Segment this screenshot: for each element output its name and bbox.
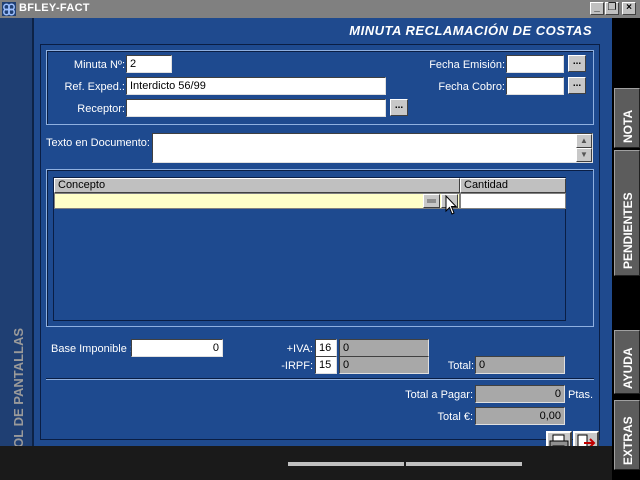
grid-header-cantidad[interactable]: Cantidad — [460, 178, 566, 193]
window-title: BFLEY-FACT — [19, 2, 90, 14]
total-euro-label: Total €: — [437, 411, 473, 423]
tab-label-nota: NOTA — [621, 110, 635, 143]
fecha-emision-label: Fecha Emisión: — [429, 59, 505, 71]
total-pagar-unit: Ptas. — [568, 389, 594, 401]
grid-cell-cantidad[interactable] — [460, 193, 566, 209]
total-label: Total: — [447, 360, 474, 372]
scroll-up-icon[interactable]: ▲ — [576, 134, 592, 148]
fecha-cobro-picker-button[interactable]: ... — [568, 77, 586, 94]
iva-amount: 0 — [339, 339, 429, 357]
tab-label-extras: EXTRAS — [621, 416, 635, 465]
grid-cell-concepto[interactable] — [54, 193, 460, 209]
left-panel: ARBOL DE PANTALLAS — [0, 18, 34, 476]
minimize-button[interactable]: _ — [590, 2, 604, 15]
irpf-label: -IRPF: — [281, 360, 313, 372]
app-icon — [2, 2, 16, 16]
texto-scrollbar[interactable]: ▲ ▼ — [576, 134, 592, 162]
total-euro-amount: 0,00 — [475, 407, 565, 425]
row-dropdown-button[interactable] — [441, 194, 458, 215]
main-panel: MINUTA RECLAMACIÓN DE COSTAS Minuta Nº: … — [34, 18, 612, 455]
total-pagar-label: Total a Pagar: — [405, 389, 473, 401]
tab-extras-label-svg: EXTRAS — [621, 416, 635, 465]
tab-extras[interactable]: EXTRAS — [614, 400, 640, 470]
fecha-emision-picker-button[interactable]: ... — [568, 55, 586, 72]
tab-nota[interactable]: NOTA — [614, 88, 640, 148]
grid-header-concepto[interactable]: Concepto — [54, 178, 460, 193]
form-title: MINUTA RECLAMACIÓN DE COSTAS — [349, 23, 592, 38]
irpf-rate-input[interactable]: 15 — [315, 356, 337, 374]
total-amount: 0 — [475, 356, 565, 374]
tab-label-pendientes: PENDIENTES — [621, 192, 635, 269]
fecha-cobro-input[interactable] — [506, 77, 564, 95]
irpf-amount: 0 — [339, 356, 429, 374]
tab-pendientes-label-svg: PENDIENTES — [621, 192, 635, 269]
minuta-input[interactable]: 2 — [126, 55, 172, 73]
tab-ayuda-label-svg: AYUDA — [621, 347, 635, 389]
minuta-label: Minuta Nº: — [73, 59, 125, 71]
total-pagar-amount: 0 — [475, 385, 565, 403]
lines-icon — [427, 199, 436, 203]
tab-pendientes[interactable]: PENDIENTES — [614, 150, 640, 276]
receptor-input[interactable] — [126, 99, 386, 117]
base-imponible-label: Base Imponible : — [51, 343, 133, 355]
bottom-bar — [0, 446, 612, 480]
totals-separator — [46, 378, 594, 380]
bottom-tab-2[interactable] — [406, 462, 522, 466]
texto-documento-label: Texto en Documento: — [46, 137, 150, 149]
arrow-cursor-icon — [445, 194, 458, 215]
tab-nota-label-svg: NOTA — [621, 110, 635, 143]
form-area: Minuta Nº: 2 Ref. Exped.: Interdicto 56/… — [40, 44, 600, 440]
fecha-emision-input[interactable] — [506, 55, 564, 73]
receptor-label: Receptor: — [77, 103, 125, 115]
iva-label: +IVA: — [286, 343, 313, 355]
title-bar: BFLEY-FACT _ ❐ × — [0, 0, 640, 18]
receptor-lookup-button[interactable]: ... — [390, 99, 408, 116]
fecha-cobro-label: Fecha Cobro: — [438, 81, 505, 93]
close-button[interactable]: × — [622, 2, 636, 15]
base-imponible-input[interactable]: 0 — [131, 339, 223, 357]
row-edit-button[interactable] — [423, 194, 440, 208]
iva-rate-input[interactable]: 16 — [315, 339, 337, 357]
ref-exped-input[interactable]: Interdicto 56/99 — [126, 77, 386, 95]
tab-ayuda[interactable]: AYUDA — [614, 330, 640, 394]
bottom-tab-1[interactable] — [288, 462, 404, 466]
restore-button[interactable]: ❐ — [605, 2, 619, 15]
scroll-down-icon[interactable]: ▼ — [576, 148, 592, 162]
texto-documento-textarea[interactable]: ▲ ▼ — [152, 133, 593, 163]
ref-exped-label: Ref. Exped.: — [64, 81, 125, 93]
tab-label-ayuda: AYUDA — [621, 347, 635, 389]
